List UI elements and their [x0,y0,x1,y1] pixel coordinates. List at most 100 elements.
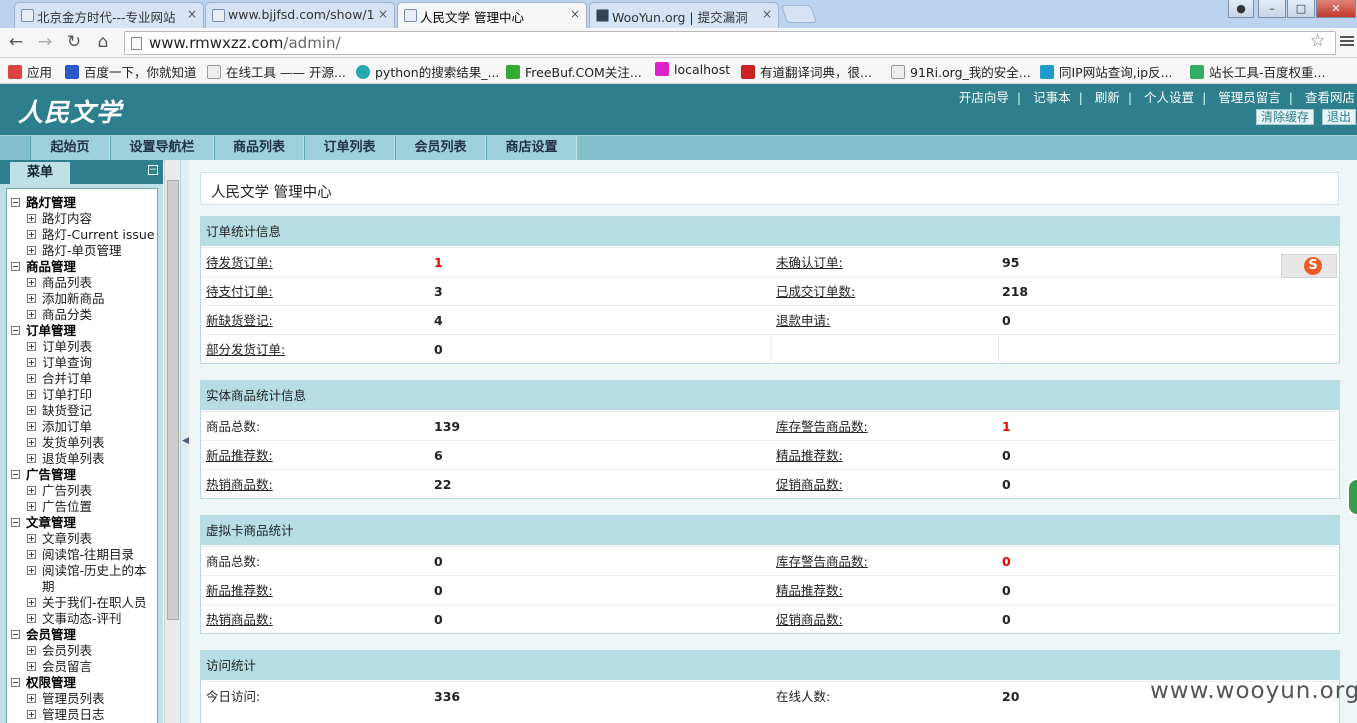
panel-splitter[interactable]: ◀ [180,160,189,723]
stat-label-link[interactable]: 库存警告商品数: [776,412,868,441]
menu-item-continuation[interactable]: 期 [42,579,55,595]
menu-item[interactable]: 文章列表 [27,531,92,547]
bookmark-star-icon[interactable]: ☆ [1310,31,1325,51]
sogou-toolbar-widget[interactable]: S [1281,254,1337,278]
bookmark-baidu[interactable]: 百度一下，你就知道 [65,62,197,81]
stat-label-link[interactable]: 新品推荐数: [206,441,273,470]
stat-label-link[interactable]: 热销商品数: [206,605,273,634]
link-notepad[interactable]: 记事本 [1033,90,1071,105]
bookmark-python[interactable]: python的搜索结果_... [356,62,499,81]
new-tab-button[interactable] [780,5,818,23]
menu-group[interactable]: 文章管理 [11,515,76,531]
collapse-box-icon[interactable] [11,630,20,639]
stat-label-link[interactable]: 待发货订单: [206,248,273,277]
menu-group[interactable]: 会员管理 [11,627,76,643]
bookmark-youdao[interactable]: 有道翻译词典，很... [741,62,872,81]
browser-tab-4[interactable]: WooYun.org | 提交漏洞 × [589,2,779,28]
collapse-box-icon[interactable] [11,326,20,335]
address-bar[interactable]: www.rmwxzz.com/admin/ [124,31,1336,55]
menu-item[interactable]: 退货单列表 [27,451,105,467]
menu-item[interactable]: 商品列表 [27,275,92,291]
maximize-button[interactable]: □ [1287,0,1315,18]
menu-scrollbar[interactable] [164,160,180,723]
menu-group[interactable]: 商品管理 [11,259,76,275]
menu-item[interactable]: 阅读馆-历史上的本 [27,563,147,579]
browser-tab-2[interactable]: www.bjjfsd.com/show/1 × [205,2,395,28]
nav-member-list[interactable]: 会员列表 [395,136,486,161]
stat-label-link[interactable]: 新缺货登记: [206,306,273,335]
collapse-box-icon[interactable] [11,518,20,527]
menu-item[interactable]: 广告位置 [27,499,92,515]
menu-item[interactable]: 合并订单 [27,371,92,387]
scrollbar-thumb[interactable] [167,180,179,620]
bookmark-91ri[interactable]: 91Ri.org_我的安全... [891,62,1031,81]
forward-arrow-icon[interactable]: → [35,32,55,52]
floating-share-icon[interactable] [1347,478,1357,516]
nav-setup-navbar[interactable]: 设置导航栏 [110,136,214,161]
logout-button[interactable]: 退出 [1322,109,1357,125]
menu-group[interactable]: 订单管理 [11,323,76,339]
stat-label-link[interactable]: 库存警告商品数: [776,547,868,576]
stat-label-link[interactable]: 促销商品数: [776,470,843,499]
menu-item[interactable]: 订单列表 [27,339,92,355]
menu-item[interactable]: 会员列表 [27,643,92,659]
menu-item[interactable]: 发货单列表 [27,435,105,451]
menu-group[interactable]: 广告管理 [11,467,76,483]
stat-label-link[interactable]: 促销商品数: [776,605,843,634]
menu-item[interactable]: 商品分类 [27,307,92,323]
nav-shop-settings[interactable]: 商店设置 [486,136,577,161]
nav-order-list[interactable]: 订单列表 [304,136,395,161]
stat-label-link[interactable]: 未确认订单: [776,248,843,277]
stat-label-link[interactable]: 退款申请: [776,306,830,335]
stat-label-link[interactable]: 已成交订单数: [776,277,855,306]
close-icon[interactable]: × [762,7,772,21]
bookmark-chinaz[interactable]: 站长工具-百度权重... [1190,62,1325,81]
menu-item[interactable]: 缺货登记 [27,403,92,419]
collapse-arrow-icon[interactable]: ◀ [182,436,189,446]
menu-item[interactable]: 管理员列表 [27,691,105,707]
menu-item[interactable]: 文事动态-评刊 [27,611,122,627]
menu-item[interactable]: 添加订单 [27,419,92,435]
menu-item[interactable]: 订单查询 [27,355,92,371]
menu-item[interactable]: 路灯内容 [27,211,92,227]
menu-group[interactable]: 路灯管理 [11,195,76,211]
menu-group[interactable]: 权限管理 [11,675,76,691]
browser-menu-icon[interactable] [1340,34,1354,48]
bookmark-freebuf[interactable]: FreeBuf.COM关注... [506,62,642,81]
stat-label-link[interactable]: 精品推荐数: [776,576,843,605]
close-window-button[interactable]: ✕ [1316,0,1356,18]
collapse-box-icon[interactable] [11,262,20,271]
bookmark-ip-lookup[interactable]: 同IP网站查询,ip反... [1040,62,1173,81]
clear-cache-button[interactable]: 清除缓存 [1256,109,1315,125]
menu-item[interactable]: 会员留言 [27,659,92,675]
bookmark-online-tools[interactable]: 在线工具 —— 开源... [207,62,346,81]
menu-item[interactable]: 关于我们-在职人员 [27,595,147,611]
stat-label-link[interactable]: 部分发货订单: [206,335,285,364]
home-icon[interactable]: ⌂ [93,32,113,52]
stat-label-link[interactable]: 精品推荐数: [776,441,843,470]
nav-start-page[interactable]: 起始页 [30,136,110,161]
link-shop-wizard[interactable]: 开店向导 [959,90,1009,105]
nav-goods-list[interactable]: 商品列表 [214,136,304,161]
link-view-shop[interactable]: 查看网店 [1305,90,1355,105]
collapse-box-icon[interactable] [11,470,20,479]
menu-item[interactable]: 路灯-Current issue [27,227,155,243]
stat-label-link[interactable]: 待支付订单: [206,277,273,306]
menu-item[interactable]: 路灯-单页管理 [27,243,122,259]
stat-label-link[interactable]: 热销商品数: [206,470,273,499]
link-admin-messages[interactable]: 管理员留言 [1218,90,1281,105]
browser-tab-3[interactable]: 人民文学 管理中心 × [397,2,587,28]
menu-item[interactable]: 管理员日志 [27,707,105,723]
close-icon[interactable]: × [570,7,580,21]
collapse-box-icon[interactable] [11,198,20,207]
stat-label-link[interactable]: 新品推荐数: [206,576,273,605]
collapse-icon[interactable]: − [148,165,158,175]
menu-item[interactable]: 添加新商品 [27,291,105,307]
close-icon[interactable]: × [187,7,197,21]
collapse-box-icon[interactable] [11,678,20,687]
reload-icon[interactable]: ↻ [64,32,84,52]
close-icon[interactable]: × [378,7,388,21]
menu-item[interactable]: 订单打印 [27,387,92,403]
minimize-button[interactable]: – [1258,0,1286,18]
menu-item[interactable]: 阅读馆-往期目录 [27,547,134,563]
